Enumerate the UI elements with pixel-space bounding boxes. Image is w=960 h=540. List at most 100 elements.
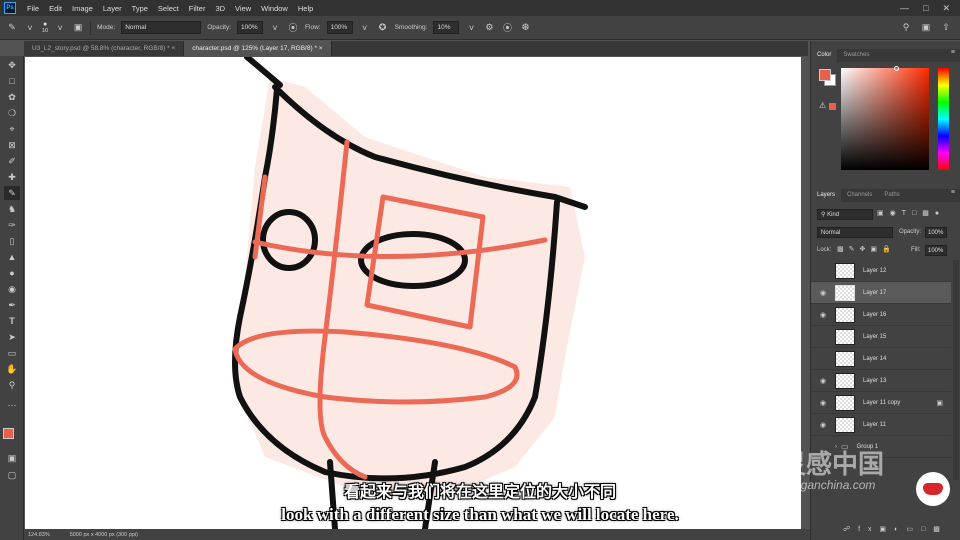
fill-field[interactable]: 100% xyxy=(925,245,947,256)
blur-tool-icon[interactable]: ● xyxy=(4,266,20,280)
chevron-down-icon[interactable]: ˅ xyxy=(465,22,477,34)
layer-row[interactable]: ◉ Layer 13 xyxy=(811,370,951,392)
menu-window[interactable]: Window xyxy=(256,4,293,13)
foreground-color-swatch[interactable] xyxy=(3,428,14,439)
menu-help[interactable]: Help xyxy=(293,4,318,13)
new-layer-icon[interactable]: □ xyxy=(921,526,933,533)
menu-view[interactable]: View xyxy=(230,4,256,13)
rectangle-tool-icon[interactable]: ▭ xyxy=(4,346,20,360)
gear-icon[interactable]: ⚙ xyxy=(483,22,495,34)
close-icon[interactable]: × xyxy=(319,45,323,52)
crop-tool-icon[interactable]: ⌖ xyxy=(4,122,20,136)
folder-icon[interactable]: ▭ xyxy=(906,526,921,533)
layer-filter-select[interactable]: ⚲ Kind xyxy=(817,209,873,220)
opacity-field[interactable]: 100% xyxy=(237,21,264,34)
layer-row[interactable]: ◉ Layer 16 xyxy=(811,304,951,326)
eyedropper-tool-icon[interactable]: ✐ xyxy=(4,154,20,168)
chevron-down-icon[interactable]: ˅ xyxy=(54,22,66,34)
panel-menu-icon[interactable]: ≡ xyxy=(951,49,960,62)
menu-file[interactable]: File xyxy=(22,4,44,13)
hue-slider[interactable] xyxy=(938,68,949,170)
share-icon[interactable]: ⇧ xyxy=(940,22,952,34)
layer-row[interactable]: ◉ Layer 17 xyxy=(811,282,951,304)
fx-icon[interactable]: fx xyxy=(858,526,879,533)
photoshop-logo-icon[interactable]: Ps xyxy=(4,2,16,14)
type-tool-icon[interactable]: T xyxy=(4,314,20,328)
tab-paths[interactable]: Paths xyxy=(878,189,905,202)
menu-layer[interactable]: Layer xyxy=(98,4,127,13)
color-picker-field[interactable] xyxy=(841,68,929,170)
airbrush-icon[interactable]: ✪ xyxy=(377,22,389,34)
brush-preset-picker[interactable]: ● 10 xyxy=(42,21,48,34)
menu-filter[interactable]: Filter xyxy=(184,4,211,13)
tab-channels[interactable]: Channels xyxy=(841,189,878,202)
mode-select[interactable]: Normal xyxy=(121,21,202,34)
menu-type[interactable]: Type xyxy=(127,4,153,13)
search-icon[interactable]: ⚲ xyxy=(900,22,912,34)
layer-row[interactable]: Layer 15 xyxy=(811,326,951,348)
quick-select-tool-icon[interactable]: ❍ xyxy=(4,106,20,120)
healing-tool-icon[interactable]: ✚ xyxy=(4,170,20,184)
color-fg-swatch[interactable] xyxy=(819,69,831,81)
lock-options-icons[interactable]: ▩✎✥▣🔒 xyxy=(837,245,896,253)
dodge-tool-icon[interactable]: ◉ xyxy=(4,282,20,296)
flow-field[interactable]: 100% xyxy=(326,21,353,34)
link-icon[interactable]: ☍ xyxy=(843,526,858,533)
layer-opacity-field[interactable]: 100% xyxy=(925,227,947,238)
menu-select[interactable]: Select xyxy=(153,4,184,13)
move-tool-icon[interactable]: ✥ xyxy=(4,58,20,72)
tab-swatches[interactable]: Swatches xyxy=(837,49,875,62)
trash-icon[interactable]: ▩ xyxy=(933,526,948,533)
brush-settings-icon[interactable]: ▣ xyxy=(72,22,84,34)
eye-icon[interactable]: ◉ xyxy=(817,311,829,319)
brush-tool-icon[interactable]: ✎ xyxy=(4,186,20,200)
lasso-tool-icon[interactable]: ✿ xyxy=(4,90,20,104)
angle-icon[interactable]: ⦿ xyxy=(501,22,513,34)
adjustment-icon[interactable]: ◐ xyxy=(894,526,906,533)
pressure-opacity-icon[interactable]: ⦿ xyxy=(287,22,299,34)
history-brush-tool-icon[interactable]: ✑ xyxy=(4,218,20,232)
eye-icon[interactable]: ◉ xyxy=(817,399,829,407)
eraser-tool-icon[interactable]: ▯ xyxy=(4,234,20,248)
close-icon[interactable]: ✕ xyxy=(942,3,950,14)
gamut-warning-icon[interactable]: ⚠ xyxy=(819,101,826,110)
chevron-down-icon[interactable]: ˅ xyxy=(269,22,281,34)
pen-tool-icon[interactable]: ✒ xyxy=(4,298,20,312)
frame-tool-icon[interactable]: ⊠ xyxy=(4,138,20,152)
mask-icon[interactable]: ▣ xyxy=(880,526,895,533)
hand-tool-icon[interactable]: ✋ xyxy=(4,362,20,376)
minimize-icon[interactable]: — xyxy=(900,3,909,14)
quick-mask-icon[interactable]: ▣ xyxy=(4,451,20,465)
layer-row[interactable]: Layer 14 xyxy=(811,348,951,370)
smoothing-field[interactable]: 10% xyxy=(433,21,460,34)
marquee-tool-icon[interactable]: □ xyxy=(4,74,20,88)
color-picker-cursor[interactable] xyxy=(894,66,899,71)
layer-row[interactable]: ◉ Layer 11 copy ▣ xyxy=(811,392,951,414)
document-canvas[interactable] xyxy=(25,57,801,529)
menu-3d[interactable]: 3D xyxy=(210,4,230,13)
tab-color[interactable]: Color xyxy=(811,49,838,62)
zoom-level[interactable]: 124.83% xyxy=(28,532,50,538)
chevron-down-icon[interactable]: ˅ xyxy=(359,22,371,34)
menu-image[interactable]: Image xyxy=(67,4,98,13)
more-tools-icon[interactable]: ⋯ xyxy=(4,398,20,412)
symmetry-icon[interactable]: ❆ xyxy=(519,22,531,34)
eye-icon[interactable]: ◉ xyxy=(817,289,829,297)
stamp-tool-icon[interactable]: ♞ xyxy=(4,202,20,216)
layer-row[interactable]: Layer 12 xyxy=(811,260,951,282)
zoom-tool-icon[interactable]: ⚲ xyxy=(4,378,20,392)
eye-icon[interactable]: ◉ xyxy=(817,421,829,429)
gamut-color-swatch[interactable] xyxy=(829,103,836,110)
tab-u3-story[interactable]: U3_L2_story.psd @ 58.8% (character, RGB/… xyxy=(24,41,185,56)
layer-filter-icons[interactable]: ▣◉T□▩● xyxy=(877,209,945,217)
blend-mode-select[interactable]: Normal xyxy=(817,227,893,238)
tab-layers[interactable]: Layers xyxy=(811,189,842,202)
close-icon[interactable]: × xyxy=(171,45,175,52)
tab-character[interactable]: character.psd @ 125% (Layer 17, RGB/8) *… xyxy=(184,41,332,56)
chevron-down-icon[interactable]: ˅ xyxy=(24,22,36,34)
layer-row[interactable]: ◉ Layer 11 xyxy=(811,414,951,436)
path-select-tool-icon[interactable]: ➤ xyxy=(4,330,20,344)
maximize-icon[interactable]: □ xyxy=(923,3,928,14)
workspace-icon[interactable]: ▣ xyxy=(920,22,932,34)
paint-bucket-tool-icon[interactable]: ▲ xyxy=(4,250,20,264)
